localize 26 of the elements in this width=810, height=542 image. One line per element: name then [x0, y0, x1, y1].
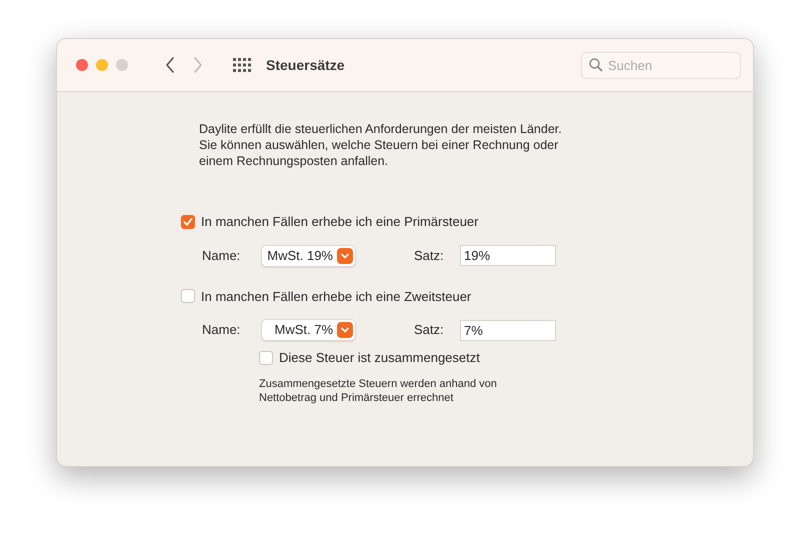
- checkbox[interactable]: [259, 350, 273, 365]
- search-field[interactable]: Suchen: [581, 52, 741, 78]
- checkbox[interactable]: [181, 214, 195, 229]
- field-label: Name:: [202, 246, 242, 265]
- checkbox[interactable]: [181, 289, 195, 304]
- rate-field[interactable]: 7%: [460, 320, 556, 340]
- description-text: Daylite erfüllt die steuerlichen Anforderungen der meisten Länder. Sie können auswählen, welche Steuern bei einer Rechnung oder einem Rechnungsposten anfallen.: [199, 121, 563, 169]
- window-title: Steuersätze: [266, 56, 345, 74]
- checkbox-label: In manchen Fällen erhebe ich eine Zweitsteuer: [201, 288, 472, 306]
- chevron-down-icon: [337, 248, 353, 264]
- name-dropdown[interactable]: MwSt. 19%: [261, 244, 356, 266]
- search-icon: [589, 58, 603, 72]
- field-label: Satz:: [414, 246, 445, 265]
- name-dropdown[interactable]: MwSt. 7%: [261, 319, 356, 341]
- checkbox-label: Diese Steuer ist zusammengesetzt: [279, 349, 480, 367]
- rate-field[interactable]: 19%: [460, 245, 556, 266]
- field-label: Satz:: [414, 321, 445, 340]
- close-button[interactable]: [76, 59, 88, 71]
- zoom-button[interactable]: [116, 59, 128, 71]
- note-text: Zusammengesetzte Steuern werden anhand von Nettobetrag und Primärsteuer errechnet: [259, 376, 498, 404]
- minimize-button[interactable]: [96, 59, 108, 71]
- chevron-down-icon: [337, 322, 353, 338]
- field-label: Name:: [202, 321, 242, 340]
- checkbox-label: In manchen Fällen erhebe ich eine Primärsteuer: [201, 213, 478, 231]
- grid-icon[interactable]: [233, 58, 251, 72]
- back-chevron-icon[interactable]: [165, 57, 175, 73]
